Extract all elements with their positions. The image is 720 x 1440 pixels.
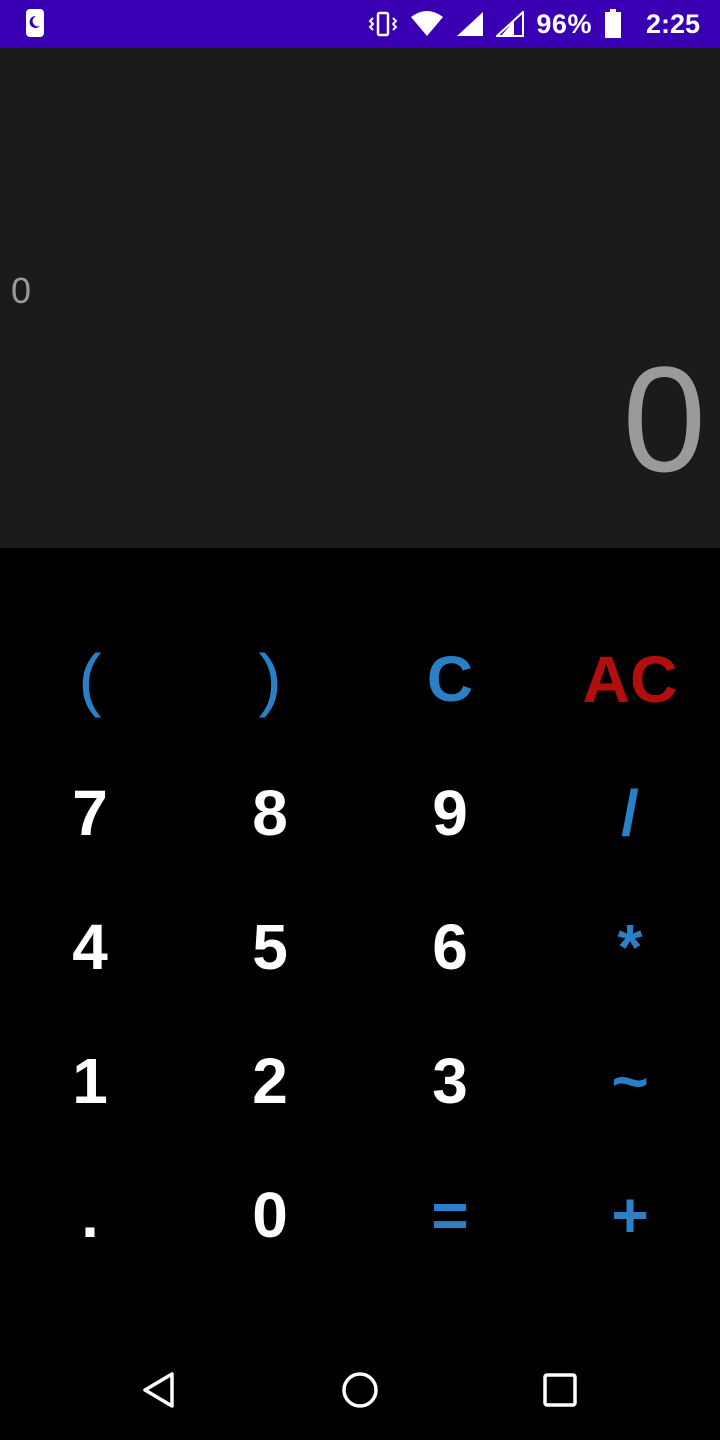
subtract-button[interactable]: ~ [540, 1014, 720, 1148]
clear-button[interactable]: C [360, 612, 540, 746]
decimal-button[interactable]: . [0, 1148, 180, 1282]
digit-7-button[interactable]: 7 [0, 746, 180, 880]
status-bar: 96% 2:25 [0, 0, 720, 48]
calculator-display: 0 0 [0, 48, 720, 548]
close-paren-button[interactable]: ) [180, 612, 360, 746]
result-text: 0 [622, 335, 706, 503]
digit-8-button[interactable]: 8 [180, 746, 360, 880]
digit-2-button[interactable]: 2 [180, 1014, 360, 1148]
all-clear-button[interactable]: AC [540, 612, 720, 746]
status-time: 2:25 [645, 8, 700, 39]
digit-3-button[interactable]: 3 [360, 1014, 540, 1148]
digit-9-button[interactable]: 9 [360, 746, 540, 880]
divide-button[interactable]: / [540, 746, 720, 880]
wifi-icon [410, 11, 444, 37]
navigation-bar [0, 1340, 720, 1440]
digit-5-button[interactable]: 5 [180, 880, 360, 1014]
multiply-button[interactable]: * [540, 880, 720, 1014]
recents-icon[interactable] [530, 1362, 590, 1418]
vibrate-icon [368, 11, 398, 37]
home-icon[interactable] [330, 1362, 390, 1418]
digit-6-button[interactable]: 6 [360, 880, 540, 1014]
app-notification-icon [26, 9, 44, 37]
expression-text: 0 [11, 270, 32, 311]
digit-1-button[interactable]: 1 [0, 1014, 180, 1148]
digit-0-button[interactable]: 0 [180, 1148, 360, 1282]
digit-4-button[interactable]: 4 [0, 880, 180, 1014]
signal-icon [456, 11, 484, 37]
status-icons: 96% 2:25 [368, 0, 700, 48]
battery-icon [604, 9, 622, 39]
signal-icon [496, 11, 525, 37]
add-button[interactable]: + [540, 1148, 720, 1282]
open-paren-button[interactable]: ( [0, 612, 180, 746]
battery-percent: 96% [536, 8, 592, 39]
keypad: ( ) C AC 7 8 9 / 4 5 6 * 1 2 3 ~ . 0 = + [0, 548, 720, 1340]
equals-button[interactable]: = [360, 1148, 540, 1282]
back-icon[interactable] [130, 1362, 190, 1418]
